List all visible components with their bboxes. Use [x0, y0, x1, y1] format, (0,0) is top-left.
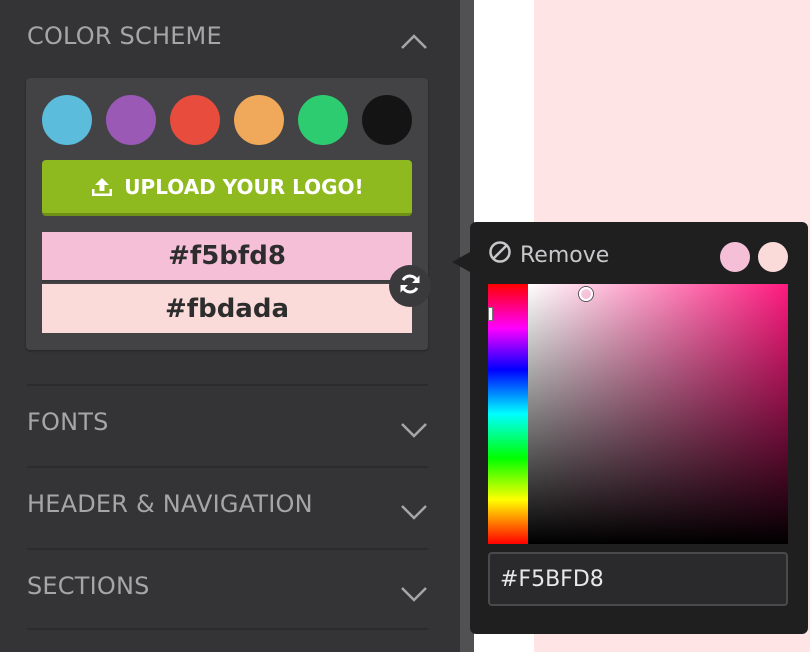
divider: [27, 384, 428, 386]
remove-color-button[interactable]: Remove: [488, 240, 609, 270]
hue-slider[interactable]: [488, 284, 528, 544]
refresh-icon: [397, 271, 423, 301]
divider: [27, 628, 428, 630]
chevron-up-icon[interactable]: [400, 32, 428, 50]
picker-pointer: [452, 252, 470, 272]
chevron-down-icon[interactable]: [400, 503, 428, 521]
chevron-down-icon[interactable]: [400, 585, 428, 603]
saturation-value-area[interactable]: [528, 284, 788, 544]
saturation-value-handle[interactable]: [579, 287, 593, 301]
swatch-black[interactable]: [362, 95, 412, 145]
hex-color-input[interactable]: [488, 552, 788, 606]
primary-color-field[interactable]: #f5bfd8: [42, 232, 412, 282]
remove-label: Remove: [520, 242, 610, 268]
chevron-down-icon[interactable]: [400, 421, 428, 439]
alternate-color-swatch[interactable]: [758, 242, 788, 272]
swatch-orange[interactable]: [234, 95, 284, 145]
swatch-blue[interactable]: [42, 95, 92, 145]
upload-logo-button[interactable]: UPLOAD YOUR LOGO!: [42, 160, 412, 216]
swatch-green[interactable]: [298, 95, 348, 145]
upload-logo-label: UPLOAD YOUR LOGO!: [124, 174, 364, 199]
section-fonts-title[interactable]: FONTS: [27, 408, 109, 436]
swatch-red[interactable]: [170, 95, 220, 145]
swap-colors-button[interactable]: [389, 265, 431, 307]
section-header-navigation-title[interactable]: HEADER & NAVIGATION: [27, 490, 313, 518]
color-scheme-title[interactable]: COLOR SCHEME: [27, 22, 222, 50]
secondary-color-field[interactable]: #fbdada: [42, 284, 412, 333]
swatch-purple[interactable]: [106, 95, 156, 145]
section-sections-title[interactable]: SECTIONS: [27, 572, 150, 600]
no-symbol-icon: [488, 240, 512, 270]
upload-icon: [90, 176, 114, 198]
divider: [27, 466, 428, 468]
current-color-swatch[interactable]: [720, 242, 750, 272]
divider: [27, 548, 428, 550]
hue-slider-handle[interactable]: [488, 307, 493, 321]
